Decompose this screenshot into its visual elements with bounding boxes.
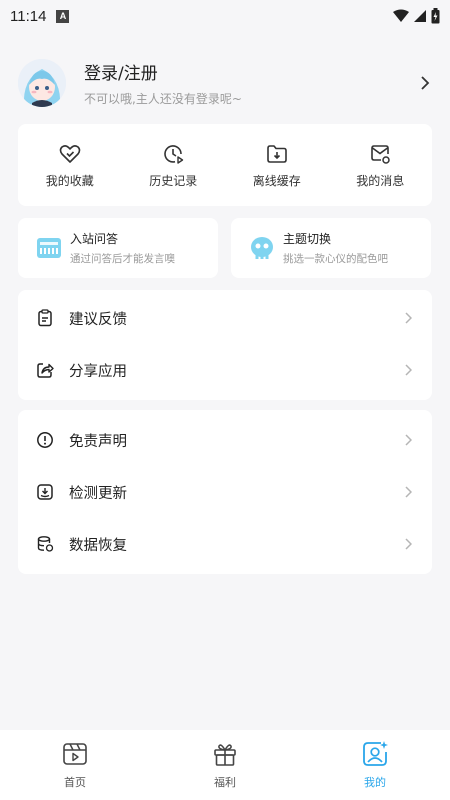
row-share-app[interactable]: 分享应用 xyxy=(18,344,432,396)
chevron-right-icon xyxy=(405,486,412,498)
login-hint: 不可以哦,主人还没有登录呢~ xyxy=(84,92,242,106)
row-label: 免责声明 xyxy=(69,433,127,450)
feedback-icon xyxy=(38,309,52,327)
home-video-icon xyxy=(63,743,87,765)
settings-list-a: 建议反馈 分享应用 xyxy=(18,290,432,400)
nav-welfare[interactable]: 福利 xyxy=(150,730,300,800)
bottom-nav: 首页 福利 我的 xyxy=(0,730,450,800)
row-feedback[interactable]: 建议反馈 xyxy=(18,292,432,344)
row-label: 检测更新 xyxy=(69,485,127,502)
status-indicators xyxy=(393,8,440,24)
nav-label: 福利 xyxy=(214,776,236,789)
feature-text: 入站问答 通过问答后才能发言噢 xyxy=(70,230,175,266)
row-label: 建议反馈 xyxy=(69,311,127,328)
gift-icon xyxy=(214,744,236,766)
chevron-right-icon xyxy=(405,434,412,446)
quick-actions-card: 我的收藏 历史记录 离线缓存 我的消息 xyxy=(18,124,432,206)
chevron-right-icon xyxy=(405,364,412,376)
quick-item-offline-cache[interactable]: 离线缓存 xyxy=(225,124,329,206)
settings-list-b: 免责声明 检测更新 数据恢复 xyxy=(18,410,432,574)
quick-label: 离线缓存 xyxy=(252,173,301,188)
quick-label: 我的消息 xyxy=(356,173,405,188)
avatar-image xyxy=(18,59,66,107)
row-label: 分享应用 xyxy=(69,363,127,380)
feature-quiz-card[interactable]: 入站问答 通过问答后才能发言噢 xyxy=(18,218,218,278)
download-folder-icon xyxy=(266,144,287,163)
nav-label: 首页 xyxy=(64,776,86,789)
quick-label: 我的收藏 xyxy=(45,173,94,188)
avatar[interactable] xyxy=(18,59,66,107)
chevron-right-icon xyxy=(405,538,412,550)
signal-icon xyxy=(414,10,426,22)
status-time: 11:14 xyxy=(10,7,47,25)
feature-title: 主题切换 xyxy=(283,232,332,246)
chevron-right-icon xyxy=(421,76,430,90)
profile-icon xyxy=(363,741,388,766)
notification-a-icon: A xyxy=(56,9,70,23)
theme-icon xyxy=(251,237,273,259)
battery-icon xyxy=(431,8,440,24)
feature-subtitle: 挑选一款心仪的配色吧 xyxy=(283,253,388,265)
feature-title: 入站问答 xyxy=(70,232,119,246)
nav-mine[interactable]: 我的 xyxy=(300,730,450,800)
chevron-right-icon xyxy=(405,312,412,324)
feature-subtitle: 通过问答后才能发言噢 xyxy=(70,253,175,265)
nav-home[interactable]: 首页 xyxy=(0,730,150,800)
row-data-restore[interactable]: 数据恢复 xyxy=(18,518,432,570)
status-bar: 11:14 A xyxy=(0,0,450,32)
row-disclaimer[interactable]: 免责声明 xyxy=(18,414,432,466)
quiz-icon xyxy=(37,238,61,258)
restore-icon xyxy=(37,536,54,552)
update-icon xyxy=(37,484,53,500)
profile-login-row[interactable]: 登录/注册 不可以哦,主人还没有登录呢~ xyxy=(18,58,432,108)
login-register-title: 登录/注册 xyxy=(84,64,158,84)
heart-check-icon xyxy=(59,144,81,163)
row-label: 数据恢复 xyxy=(69,537,127,554)
quick-item-history[interactable]: 历史记录 xyxy=(122,124,226,206)
feature-theme-card[interactable]: 主题切换 挑选一款心仪的配色吧 xyxy=(231,218,431,278)
wifi-icon xyxy=(393,9,409,22)
nav-label: 我的 xyxy=(364,776,386,789)
profile-text: 登录/注册 不可以哦,主人还没有登录呢~ xyxy=(84,59,242,107)
message-icon xyxy=(371,144,390,164)
share-icon xyxy=(37,363,54,378)
quick-label: 历史记录 xyxy=(149,173,198,188)
history-icon xyxy=(164,144,184,164)
quick-item-messages[interactable]: 我的消息 xyxy=(329,124,433,206)
quick-item-favorites[interactable]: 我的收藏 xyxy=(18,124,122,206)
disclaimer-icon xyxy=(37,432,53,448)
row-check-update[interactable]: 检测更新 xyxy=(18,466,432,518)
feature-text: 主题切换 挑选一款心仪的配色吧 xyxy=(283,230,388,266)
